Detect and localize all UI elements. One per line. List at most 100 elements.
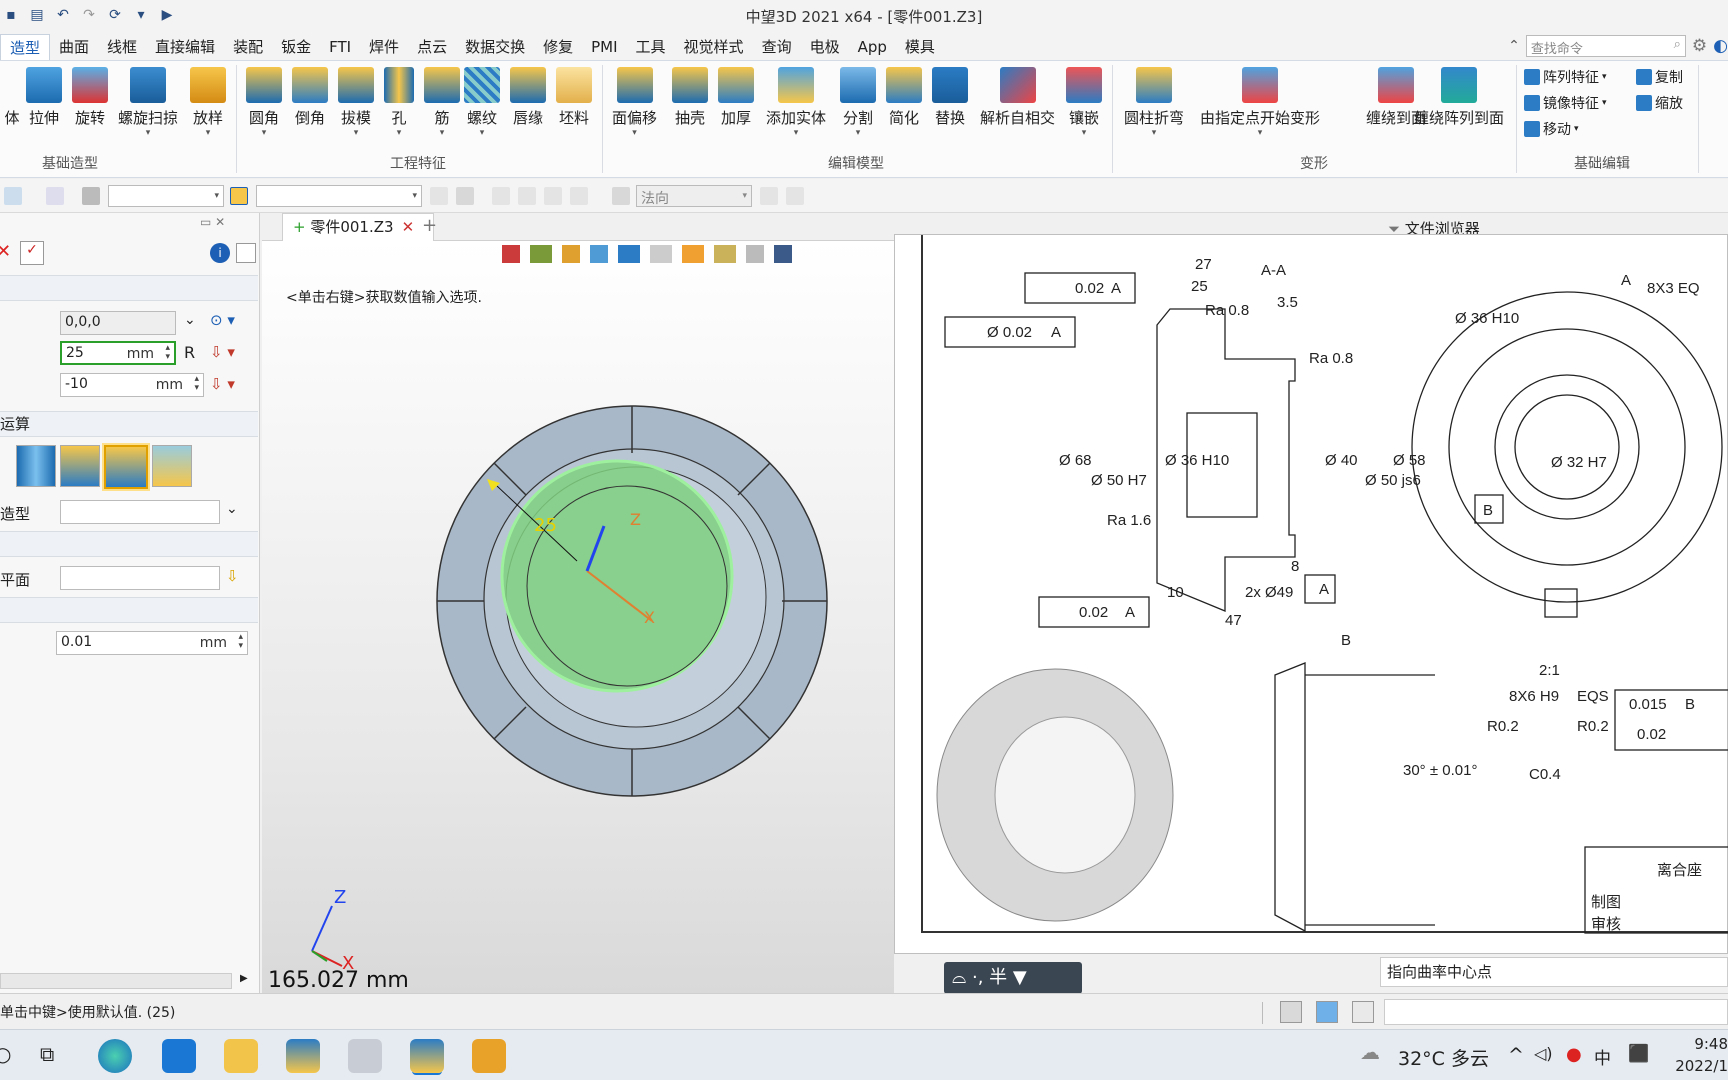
ime-icon[interactable]: 中 <box>1594 1044 1611 1069</box>
zw3d-active-icon[interactable] <box>410 1039 444 1073</box>
ribbon-add-solid-button[interactable]: 添加实体 ▾ <box>766 67 826 138</box>
ribbon-wrap-pattern-button[interactable]: 缠绕阵列到面 <box>1414 67 1504 128</box>
mirror-feature-button[interactable]: 镜像特征 ▾ <box>1524 93 1607 113</box>
panel-scrollbar[interactable] <box>0 973 232 989</box>
cad-app-icon[interactable] <box>348 1039 382 1073</box>
dropdown-icon[interactable]: ▾ <box>1066 128 1102 138</box>
dropdown-icon[interactable]: ▾ <box>338 128 374 138</box>
ribbon-thicken-button[interactable]: 加厚 <box>718 67 754 128</box>
tray-expand-icon[interactable]: ^ <box>1508 1044 1524 1066</box>
command-search-input[interactable]: 查找命令 ⌕ <box>1525 35 1686 57</box>
section-header-3[interactable] <box>0 531 258 557</box>
redo-icon[interactable]: ↷ <box>80 7 98 25</box>
ribbon-extrude-button[interactable]: 拉伸 <box>26 67 62 128</box>
doc-tab[interactable]: + 零件001.Z3 ✕ <box>282 213 434 241</box>
part-model[interactable]: 25 X Z <box>422 391 842 811</box>
dropdown-icon[interactable]: ▾ <box>1574 124 1579 134</box>
ribbon-replace-button[interactable]: 替换 <box>932 67 968 128</box>
ok-icon[interactable]: ✓ <box>20 241 44 265</box>
regen-icon[interactable]: ⟳ <box>106 7 124 25</box>
pick-icon[interactable] <box>456 187 474 205</box>
undo-icon[interactable]: ↶ <box>54 7 72 25</box>
ribbon-emboss-button[interactable]: 镶嵌 ▾ <box>1066 67 1102 138</box>
shape-input[interactable] <box>60 500 220 524</box>
tab-surface[interactable]: 曲面 <box>50 34 98 60</box>
length-input[interactable]: -10 mm ▴ ▾ <box>60 373 204 397</box>
command-line-input[interactable] <box>1384 999 1728 1025</box>
print-icon[interactable]: ▤ <box>28 7 46 25</box>
qq-icon[interactable]: ● <box>1566 1044 1582 1065</box>
expand-icon[interactable]: ⌄ <box>226 501 238 517</box>
tool-icon[interactable] <box>570 187 588 205</box>
ribbon-draft-button[interactable]: 拔模 ▾ <box>338 67 374 138</box>
edge-icon[interactable] <box>98 1039 132 1073</box>
collapse-ribbon-icon[interactable]: ⌃ <box>1508 38 1520 54</box>
pattern-feature-button[interactable]: 阵列特征 ▾ <box>1524 67 1607 87</box>
polygon-select-icon[interactable] <box>46 187 64 205</box>
boolean-add-icon[interactable] <box>60 445 100 487</box>
plane-input[interactable] <box>60 566 220 590</box>
scale-button[interactable]: 缩放 <box>1636 93 1683 113</box>
ribbon-thread-button[interactable]: 螺纹 ▾ <box>464 67 500 138</box>
cancel-icon[interactable]: ✕ <box>0 241 14 263</box>
copy-button[interactable]: 复制 <box>1636 67 1683 87</box>
ribbon-self-intersect-button[interactable]: 解析自相交 <box>980 67 1055 128</box>
value-pick-icon[interactable]: ⇩ ▾ <box>210 375 235 393</box>
input-mode-hud[interactable]: ⌓ ·, 半 ▼ <box>944 962 1082 994</box>
spinner-icon[interactable]: ▴ ▾ <box>194 375 199 393</box>
section-header-4[interactable] <box>0 597 258 623</box>
filter-icon[interactable] <box>82 187 100 205</box>
tab-visual-style[interactable]: 视觉样式 <box>675 34 753 60</box>
ribbon-hole-button[interactable]: 孔 ▾ <box>384 67 414 138</box>
task-view-icon[interactable]: ⧉ <box>40 1042 54 1066</box>
tab-fti[interactable]: FTI <box>320 34 360 60</box>
dropdown-icon[interactable]: ▾ <box>424 128 460 138</box>
ribbon-simplify-button[interactable]: 简化 <box>886 67 922 128</box>
box-icon[interactable] <box>590 245 608 263</box>
list-icon[interactable] <box>1352 1001 1374 1023</box>
dropdown-icon[interactable]: ▾ <box>118 128 178 138</box>
direction-icon[interactable] <box>612 187 630 205</box>
filter-combo[interactable]: ▾ <box>108 185 224 207</box>
tab-pmi[interactable]: PMI <box>582 34 626 60</box>
tab-tools[interactable]: 工具 <box>627 34 675 60</box>
radius-input[interactable]: 25 mm ▴ ▾ <box>60 341 176 365</box>
zw3d-icon[interactable] <box>286 1039 320 1073</box>
ribbon-rib-button[interactable]: 筋 ▾ <box>424 67 460 138</box>
save-icon[interactable]: ▪ <box>2 7 20 25</box>
section-header-1[interactable] <box>0 275 258 301</box>
select-filter-icon[interactable] <box>4 187 22 205</box>
tab-modeling[interactable]: 造型 <box>0 34 51 60</box>
tab-app[interactable]: App <box>849 34 896 60</box>
ribbon-split-button[interactable]: 分割 ▾ <box>840 67 876 138</box>
dropdown-icon[interactable]: ▾ <box>246 128 282 138</box>
help-icon[interactable]: ◐ <box>1713 36 1728 56</box>
section-icon[interactable] <box>714 245 736 263</box>
close-tab-icon[interactable]: ✕ <box>402 218 415 236</box>
info-icon[interactable]: i <box>210 243 230 263</box>
dropdown-icon[interactable]: ▾ <box>384 128 414 138</box>
tab-repair[interactable]: 修复 <box>534 34 582 60</box>
search-icon[interactable]: ⌕ <box>1674 37 1681 52</box>
ribbon-fillet-button[interactable]: 圆角 ▾ <box>246 67 282 138</box>
expand-icon[interactable]: ⌄ <box>184 312 196 328</box>
k-app-icon[interactable] <box>162 1039 196 1073</box>
feature-filter-icon[interactable] <box>230 187 248 205</box>
file-explorer-icon[interactable] <box>224 1039 258 1073</box>
pencil-icon[interactable] <box>562 245 580 263</box>
customize-dropdown-icon[interactable]: ▾ <box>132 7 150 25</box>
spinner-icon[interactable]: ▴ ▾ <box>165 344 170 362</box>
layer-icon[interactable] <box>530 245 552 263</box>
visibility-icon[interactable] <box>682 245 704 263</box>
value-pick-icon[interactable]: ⇩ ▾ <box>210 343 235 361</box>
tool-icon[interactable] <box>544 187 562 205</box>
tab-sheetmetal[interactable]: 钣金 <box>272 34 320 60</box>
dropdown-icon[interactable]: ▾ <box>1200 128 1320 138</box>
new-tab-icon[interactable]: + <box>422 215 437 236</box>
center-point-input[interactable]: 0,0,0 <box>60 311 176 335</box>
ribbon-sweep-button[interactable]: 螺旋扫掠 ▾ <box>118 67 178 138</box>
dropdown-icon[interactable]: ▾ <box>1602 72 1607 82</box>
scroll-right-icon[interactable]: ▶ <box>240 973 248 984</box>
boolean-section-header[interactable]: 运算 <box>0 411 258 437</box>
volume-icon[interactable]: ◁) <box>1534 1044 1553 1063</box>
